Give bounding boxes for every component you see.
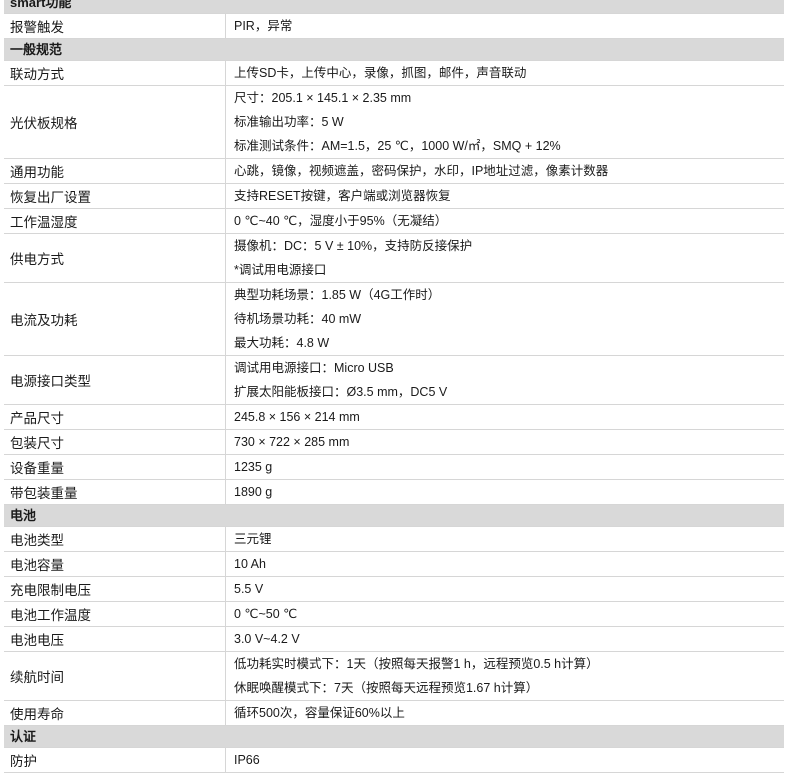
- spec-value-line: 三元锂: [234, 532, 272, 546]
- spec-value: 低功耗实时模式下：1天（按照每天报警1 h，远程预览0.5 h计算） 休眠唤醒模式…: [226, 652, 784, 700]
- spec-key: 电流及功耗: [4, 283, 226, 355]
- spec-key: 工作温湿度: [4, 209, 226, 233]
- spec-value: 心跳，镜像，视频遮盖，密码保护，水印，IP地址过滤，像素计数器: [226, 159, 784, 183]
- spec-value: 尺寸：205.1 × 145.1 × 2.35 mm 标准输出功率：5 W 标准测试…: [226, 86, 784, 158]
- spec-key: 续航时间: [4, 652, 226, 700]
- spec-key: 充电限制电压: [4, 577, 226, 601]
- spec-value: 3.0 V~4.2 V: [226, 627, 784, 651]
- spec-value-line: 心跳，镜像，视频遮盖，密码保护，水印，IP地址过滤，像素计数器: [234, 164, 609, 178]
- spec-row: 电源接口类型 调试用电源接口：Micro USB 扩展太阳能板接口：Ø3.5 mm，…: [4, 356, 784, 405]
- spec-row: 电池类型 三元锂: [4, 527, 784, 552]
- spec-value-line: 摄像机：DC：5 V ± 10%，支持防反接保护: [234, 239, 473, 253]
- spec-value-line: 10 Ah: [234, 557, 266, 571]
- spec-row: 光伏板规格 尺寸：205.1 × 145.1 × 2.35 mm 标准输出功率：5 …: [4, 86, 784, 159]
- spec-key: 电源接口类型: [4, 356, 226, 404]
- spec-value: 10 Ah: [226, 552, 784, 576]
- spec-key: 恢复出厂设置: [4, 184, 226, 208]
- spec-value-line: 标准输出功率：5 W: [234, 115, 344, 129]
- spec-key: 通用功能: [4, 159, 226, 183]
- spec-value: 730 × 722 × 285 mm: [226, 430, 784, 454]
- spec-key: 电池容量: [4, 552, 226, 576]
- section-header: 一般规范: [4, 39, 784, 61]
- section-header: 电池: [4, 505, 784, 527]
- spec-row: 防护 IP66: [4, 748, 784, 773]
- spec-value-line: 支持RESET按键，客户端或浏览器恢复: [234, 189, 451, 203]
- spec-row: 电池容量 10 Ah: [4, 552, 784, 577]
- spec-row: 产品尺寸 245.8 × 156 × 214 mm: [4, 405, 784, 430]
- spec-value-line: 最大功耗：4.8 W: [234, 336, 330, 350]
- spec-row: 报警触发 PIR，异常: [4, 14, 784, 39]
- spec-value-line: 休眠唤醒模式下：7天（按照每天远程预览1.67 h计算）: [234, 681, 539, 695]
- spec-value-line: 3.0 V~4.2 V: [234, 632, 300, 646]
- spec-value: 245.8 × 156 × 214 mm: [226, 405, 784, 429]
- section-header: 认证: [4, 726, 784, 748]
- spec-value-line: 0 ℃~40 ℃，湿度小于95%（无凝结）: [234, 214, 448, 228]
- spec-key: 防护: [4, 748, 226, 772]
- spec-value: 典型功耗场景：1.85 W（4G工作时） 待机场景功耗：40 mW 最大功耗：4.8…: [226, 283, 784, 355]
- section-header: smart功能: [4, 0, 784, 14]
- spec-key: 报警触发: [4, 14, 226, 38]
- spec-key: 电池电压: [4, 627, 226, 651]
- spec-row: 工作温湿度 0 ℃~40 ℃，湿度小于95%（无凝结）: [4, 209, 784, 234]
- spec-row: 电流及功耗 典型功耗场景：1.85 W（4G工作时） 待机场景功耗：40 mW 最大功…: [4, 283, 784, 356]
- spec-row: 电池电压 3.0 V~4.2 V: [4, 627, 784, 652]
- spec-row: 充电限制电压 5.5 V: [4, 577, 784, 602]
- spec-value: PIR，异常: [226, 14, 784, 38]
- spec-value-line: 标准测试条件：AM=1.5，25 ℃，1000 W/㎡，SMQ + 12%: [234, 139, 561, 153]
- spec-key: 光伏板规格: [4, 86, 226, 158]
- spec-value: 5.5 V: [226, 577, 784, 601]
- spec-value-line: 上传SD卡，上传中心，录像，抓图，邮件，声音联动: [234, 66, 527, 80]
- spec-key: 联动方式: [4, 61, 226, 85]
- spec-value-line: 典型功耗场景：1.85 W（4G工作时）: [234, 288, 441, 302]
- spec-row: 设备重量 1235 g: [4, 455, 784, 480]
- spec-key: 供电方式: [4, 234, 226, 282]
- spec-row: 电池工作温度 0 ℃~50 ℃: [4, 602, 784, 627]
- spec-value: 三元锂: [226, 527, 784, 551]
- spec-key: 产品尺寸: [4, 405, 226, 429]
- spec-row: 供电方式 摄像机：DC：5 V ± 10%，支持防反接保护 *调试用电源接口: [4, 234, 784, 283]
- spec-key: 设备重量: [4, 455, 226, 479]
- spec-key: 带包装重量: [4, 480, 226, 504]
- spec-row: 使用寿命 循环500次，容量保证60%以上: [4, 701, 784, 726]
- spec-value: 摄像机：DC：5 V ± 10%，支持防反接保护 *调试用电源接口: [226, 234, 784, 282]
- spec-row: 联动方式 上传SD卡，上传中心，录像，抓图，邮件，声音联动: [4, 61, 784, 86]
- spec-value-line: 待机场景功耗：40 mW: [234, 312, 362, 326]
- spec-value: 上传SD卡，上传中心，录像，抓图，邮件，声音联动: [226, 61, 784, 85]
- spec-row: 通用功能 心跳，镜像，视频遮盖，密码保护，水印，IP地址过滤，像素计数器: [4, 159, 784, 184]
- spec-value-line: 尺寸：205.1 × 145.1 × 2.35 mm: [234, 91, 412, 105]
- spec-value: IP66: [226, 748, 784, 772]
- spec-value-line: *调试用电源接口: [234, 263, 327, 277]
- spec-value-line: 低功耗实时模式下：1天（按照每天报警1 h，远程预览0.5 h计算）: [234, 657, 599, 671]
- spec-key: 电池工作温度: [4, 602, 226, 626]
- spec-value-line: 调试用电源接口：Micro USB: [234, 361, 394, 375]
- spec-row: 带包装重量 1890 g: [4, 480, 784, 505]
- spec-row: 恢复出厂设置 支持RESET按键，客户端或浏览器恢复: [4, 184, 784, 209]
- spec-row: 包装尺寸 730 × 722 × 285 mm: [4, 430, 784, 455]
- spec-value: 调试用电源接口：Micro USB 扩展太阳能板接口：Ø3.5 mm，DC5 V: [226, 356, 784, 404]
- spec-value-line: 0 ℃~50 ℃: [234, 607, 298, 621]
- spec-value-line: 循环500次，容量保证60%以上: [234, 706, 405, 720]
- spec-value-line: IP66: [234, 753, 260, 767]
- spec-key: 包装尺寸: [4, 430, 226, 454]
- spec-value-line: 5.5 V: [234, 582, 264, 596]
- spec-value: 支持RESET按键，客户端或浏览器恢复: [226, 184, 784, 208]
- spec-value-line: 245.8 × 156 × 214 mm: [234, 410, 360, 424]
- spec-value-line: PIR，异常: [234, 19, 293, 33]
- spec-value-line: 730 × 722 × 285 mm: [234, 435, 350, 449]
- spec-value: 0 ℃~50 ℃: [226, 602, 784, 626]
- spec-value-line: 1890 g: [234, 485, 273, 499]
- spec-value: 1235 g: [226, 455, 784, 479]
- spec-value-line: 扩展太阳能板接口：Ø3.5 mm，DC5 V: [234, 385, 448, 399]
- spec-value: 0 ℃~40 ℃，湿度小于95%（无凝结）: [226, 209, 784, 233]
- spec-table: smart功能 报警触发 PIR，异常一般规范 联动方式 上传SD卡，上传中心，录像，抓…: [4, 0, 784, 773]
- spec-value-line: 1235 g: [234, 460, 273, 474]
- spec-row: 续航时间 低功耗实时模式下：1天（按照每天报警1 h，远程预览0.5 h计算） 休眠…: [4, 652, 784, 701]
- spec-value: 循环500次，容量保证60%以上: [226, 701, 784, 725]
- spec-key: 电池类型: [4, 527, 226, 551]
- spec-key: 使用寿命: [4, 701, 226, 725]
- spec-value: 1890 g: [226, 480, 784, 504]
